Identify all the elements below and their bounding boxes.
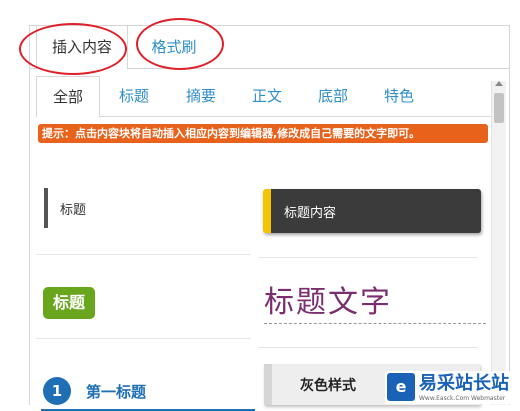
- hint-banner: 提示：点击内容块将自动插入相应内容到编辑器,修改成自己需要的文字即可。: [38, 124, 488, 143]
- template-block-dark-title[interactable]: 标题内容: [263, 189, 481, 233]
- divider: [36, 254, 251, 255]
- content-area: 全部 标题 摘要 正文 底部 特色 提示：点击内容块将自动插入相应内容到编辑器,…: [36, 76, 506, 411]
- category-summary[interactable]: 摘要: [175, 76, 227, 116]
- tab-format-painter[interactable]: 格式刷: [134, 26, 214, 68]
- category-bar: 全部 标题 摘要 正文 底部 特色: [36, 76, 491, 118]
- template-block-numbered-title[interactable]: 1 第一标题: [41, 377, 255, 411]
- divider: [36, 338, 251, 339]
- template-block-left-bar-title[interactable]: 标题: [44, 188, 138, 228]
- template-block-serif-title[interactable]: 标题文字: [264, 283, 486, 324]
- category-featured[interactable]: 特色: [373, 76, 425, 116]
- block-label: 标题内容: [284, 206, 337, 221]
- category-all[interactable]: 全部: [36, 76, 100, 118]
- block-label: 灰色样式: [300, 378, 356, 394]
- block-label: 标题文字: [264, 285, 392, 320]
- block-label: 第一标题: [86, 383, 147, 401]
- template-block-green-title[interactable]: 标题: [43, 287, 96, 319]
- category-footer[interactable]: 底部: [307, 76, 359, 116]
- tab-insert-content[interactable]: 插入内容: [36, 26, 128, 69]
- number-badge: 1: [43, 377, 71, 405]
- block-label: 标题: [60, 203, 87, 218]
- editor-panel: 插入内容 格式刷 全部 标题 摘要 正文 底部 特色 提示：点击内容块将自动插入…: [29, 25, 510, 411]
- watermark-sub: Www.Easck.Com Webmaster: [419, 395, 506, 402]
- watermark-name: 易采站长站: [419, 373, 509, 394]
- logo-icon: e: [387, 373, 415, 401]
- scroll-up-arrow-icon[interactable]: [495, 81, 503, 86]
- scrollbar-thumb[interactable]: [494, 93, 504, 123]
- tab-bar: 插入内容 格式刷: [30, 26, 509, 69]
- category-body[interactable]: 正文: [241, 76, 293, 116]
- divider: [258, 347, 478, 348]
- divider: [258, 257, 478, 258]
- scrollbar[interactable]: [491, 81, 506, 405]
- category-title[interactable]: 标题: [108, 76, 160, 116]
- watermark-logo: e 易采站长站 Www.Easck.Com Webmaster: [385, 371, 520, 404]
